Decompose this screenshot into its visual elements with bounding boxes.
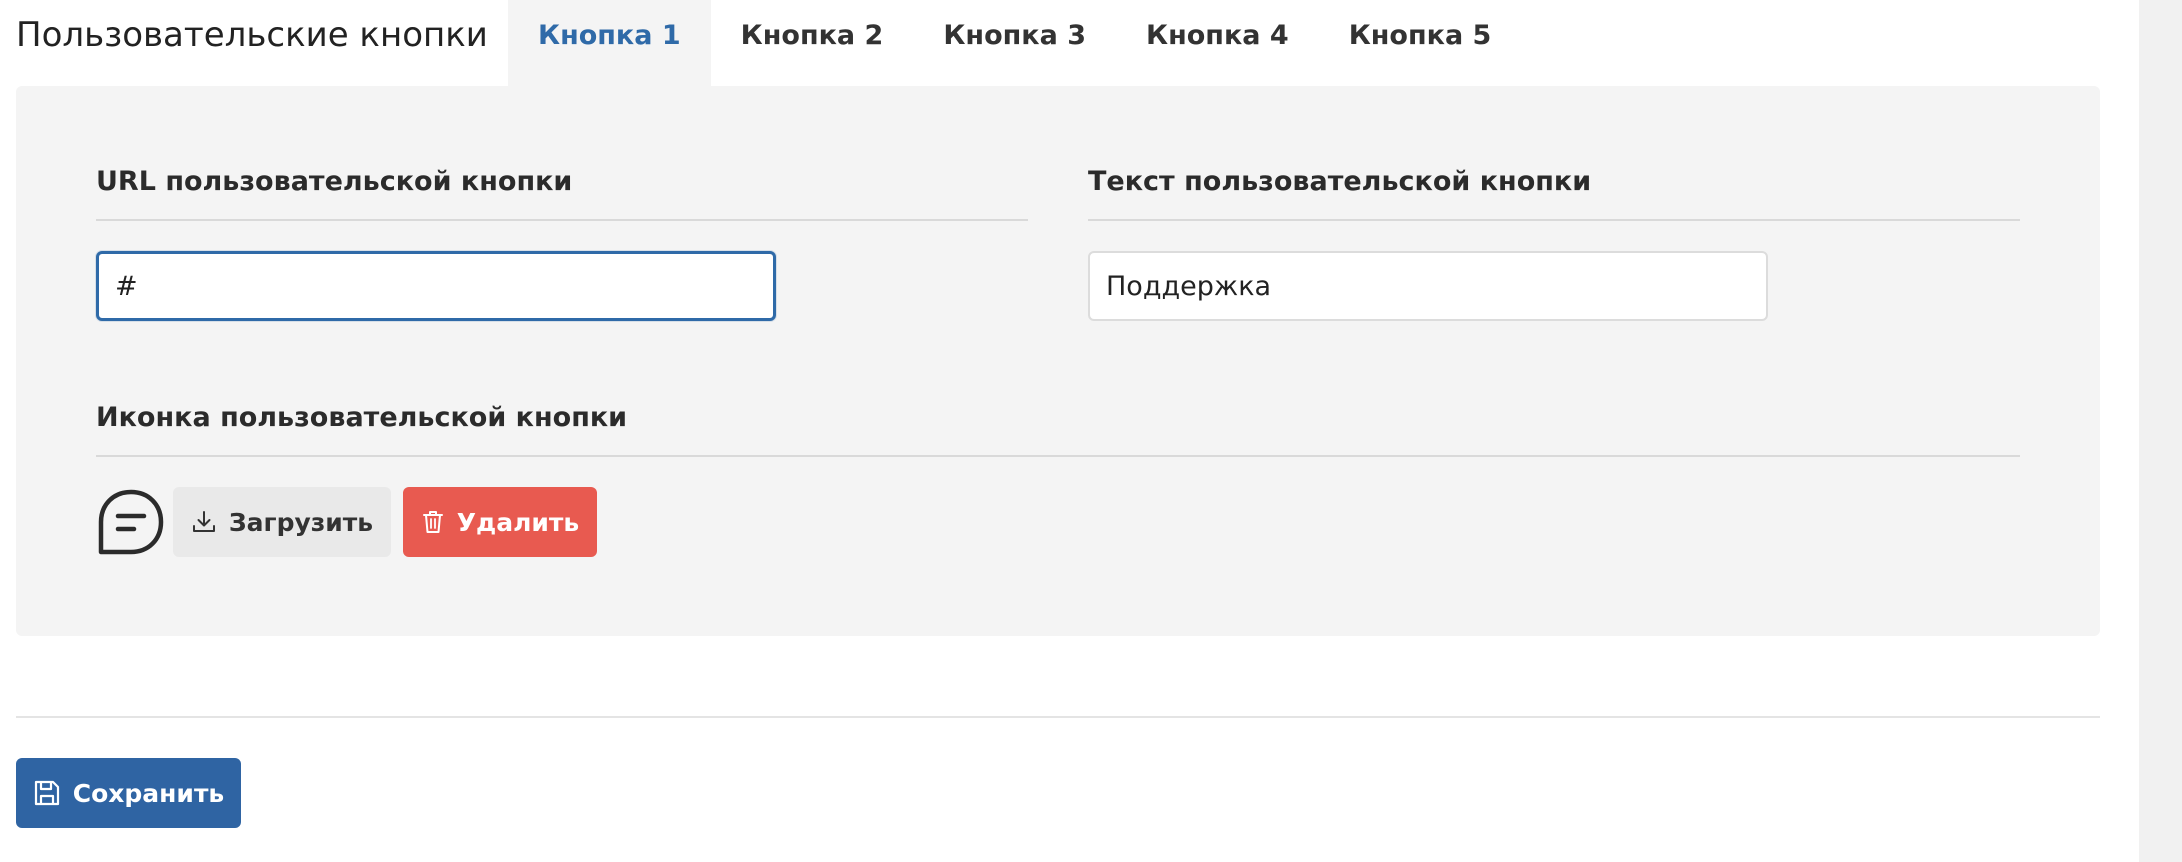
delete-button[interactable]: Удалить xyxy=(403,487,597,557)
url-divider xyxy=(96,219,1028,221)
tab-button-5[interactable]: Кнопка 5 xyxy=(1319,0,1522,86)
url-label: URL пользовательской кнопки xyxy=(96,166,573,197)
icon-label: Иконка пользовательской кнопки xyxy=(96,402,628,433)
url-input[interactable] xyxy=(96,251,776,321)
text-input[interactable] xyxy=(1088,251,1768,321)
tab-button-1[interactable]: Кнопка 1 xyxy=(508,0,711,86)
scrollbar-track[interactable] xyxy=(2139,0,2182,862)
page: Пользовательские кнопки Кнопка 1 Кнопка … xyxy=(0,0,2182,862)
text-label: Текст пользовательской кнопки xyxy=(1088,166,1592,197)
download-icon xyxy=(192,511,215,532)
tab-button-3[interactable]: Кнопка 3 xyxy=(913,0,1116,86)
save-button-label: Сохранить xyxy=(72,778,225,808)
footer-divider xyxy=(16,716,2100,718)
delete-button-label: Удалить xyxy=(456,507,580,537)
tab-bar: Кнопка 1 Кнопка 2 Кнопка 3 Кнопка 4 Кноп… xyxy=(508,0,1521,86)
chat-bubble-icon xyxy=(96,487,166,557)
trash-icon xyxy=(422,511,443,533)
text-divider xyxy=(1088,219,2020,221)
page-title: Пользовательские кнопки xyxy=(16,15,488,55)
tab-button-4[interactable]: Кнопка 4 xyxy=(1116,0,1319,86)
tab-button-2[interactable]: Кнопка 2 xyxy=(711,0,914,86)
upload-button[interactable]: Загрузить xyxy=(173,487,391,557)
floppy-disk-icon xyxy=(34,780,59,806)
save-button[interactable]: Сохранить xyxy=(16,758,241,828)
upload-button-label: Загрузить xyxy=(228,507,374,537)
icon-divider xyxy=(96,455,2020,457)
